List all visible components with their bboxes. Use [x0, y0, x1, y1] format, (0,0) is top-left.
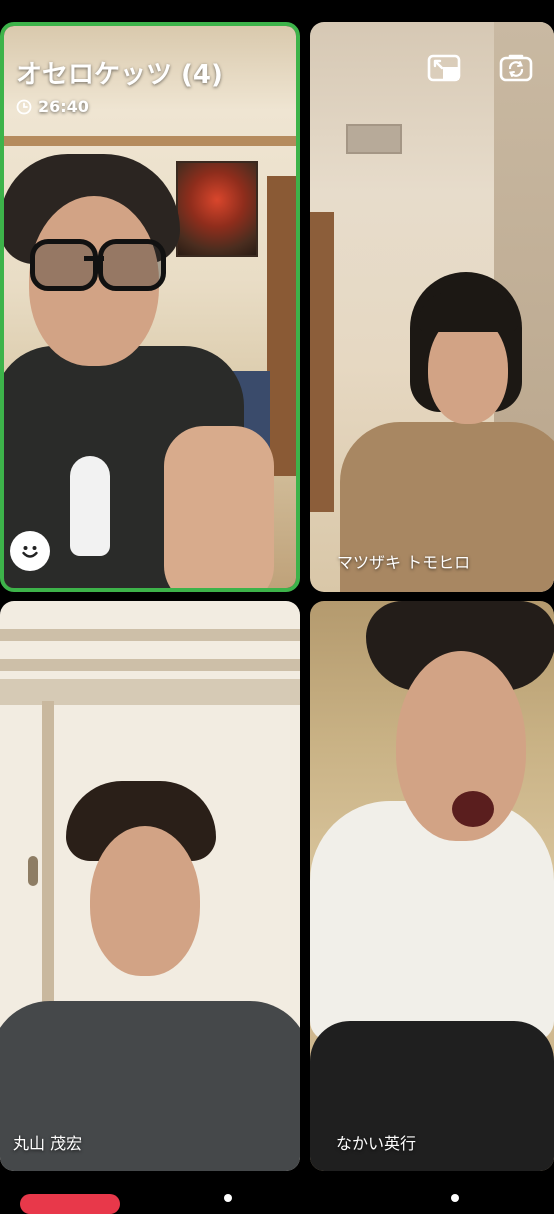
participant-tile-3[interactable]: 丸山 茂宏: [0, 601, 300, 1171]
video-feed-3: [0, 601, 300, 1171]
control-button-partial-2[interactable]: [451, 1194, 459, 1202]
smiley-icon: [22, 546, 38, 558]
control-button-partial[interactable]: [224, 1194, 232, 1202]
participant-tile-2[interactable]: マツザキ トモヒロ: [310, 22, 554, 592]
picture-in-picture-icon[interactable]: [427, 52, 461, 84]
call-timer: 26:40: [16, 97, 89, 116]
reaction-button[interactable]: [10, 531, 50, 571]
camera-flip-icon[interactable]: [499, 52, 533, 84]
clock-icon: [16, 99, 32, 114]
participant-name-3: 丸山 茂宏: [13, 1134, 83, 1153]
wall-painting: [176, 161, 258, 257]
participant-name-4: なかい英行: [336, 1134, 417, 1153]
video-feed-4: [310, 601, 554, 1171]
end-call-button[interactable]: [20, 1194, 120, 1214]
participant-name-2: マツザキ トモヒロ: [337, 553, 471, 572]
video-feed-2: [310, 22, 554, 592]
call-elapsed-time: 26:40: [38, 97, 89, 116]
call-title: オセロケッツ (4): [16, 60, 223, 90]
participant-tile-4[interactable]: なかい英行: [310, 601, 554, 1171]
video-call-screen: マツザキ トモヒロ 丸山 茂宏 なかい英行 オセロケッツ (4) 26:40: [0, 0, 554, 1214]
